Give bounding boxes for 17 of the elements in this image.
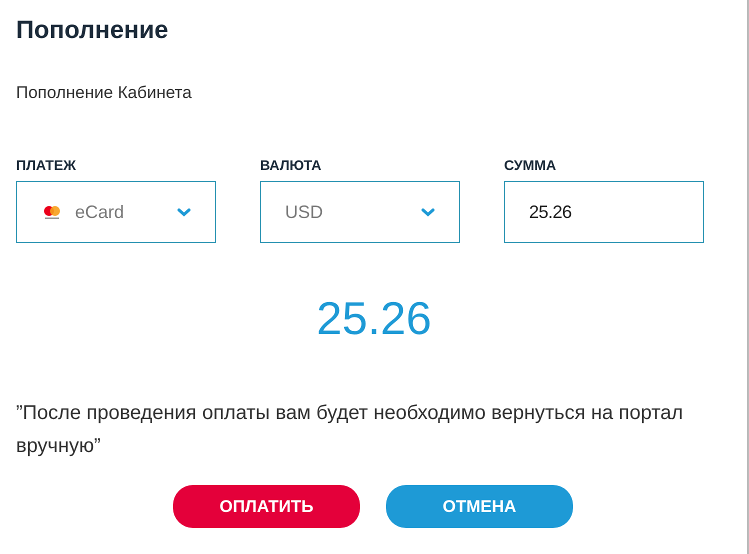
payment-note: ”После проведения оплаты вам будет необходимо вернуться на портал вручную” (16, 401, 684, 459)
dialog-title: Пополнение (16, 15, 170, 46)
chevron-down-icon (177, 208, 191, 216)
select-value: eCard (75, 200, 124, 224)
amount-total: 25.26 (316, 295, 432, 341)
select-field[interactable]: USD (260, 181, 460, 243)
select-field[interactable]: eCard (16, 181, 216, 243)
cancel-button[interactable]: ОТМЕНА (386, 485, 573, 528)
subtitle: Пополнение Кабинета (16, 82, 193, 104)
amount-field[interactable]: 25.26 (504, 181, 704, 243)
field-label: СУММА (504, 156, 558, 175)
pay-button[interactable]: ОПЛАТИТЬ (173, 485, 360, 528)
chevron-down-icon (421, 208, 435, 216)
field-label: ПЛАТЕЖ (16, 156, 77, 175)
field-label: ВАЛЮТА (260, 156, 322, 175)
select-value: USD (285, 200, 324, 224)
card-brand-icon (41, 204, 63, 220)
